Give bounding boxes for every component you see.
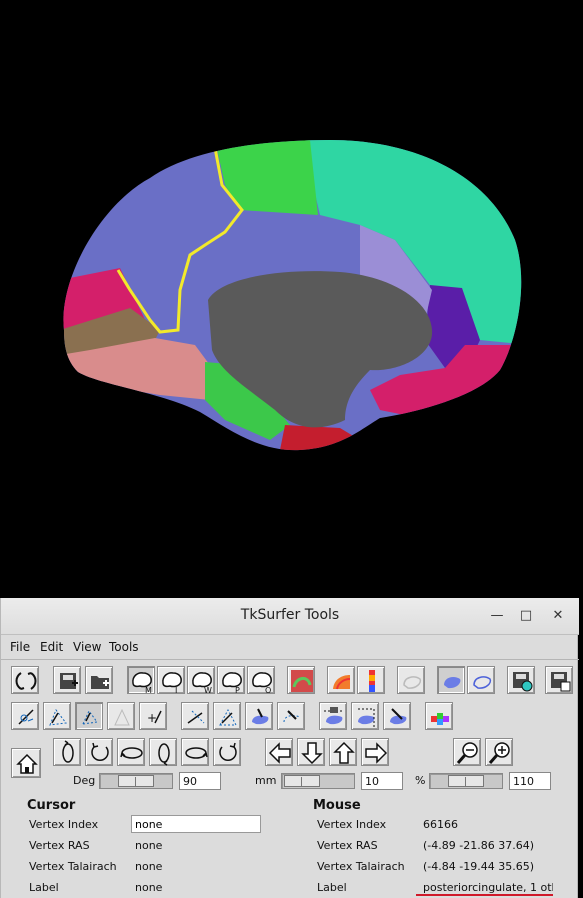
navigate-tool-icon[interactable] [11, 702, 39, 730]
rotate-x-ccw-icon[interactable] [53, 738, 81, 766]
goto-point-icon[interactable] [85, 666, 113, 694]
arrow-right-icon[interactable] [361, 738, 389, 766]
deg-slider[interactable] [99, 773, 173, 789]
rotate-x-cw-icon[interactable] [149, 738, 177, 766]
svg-text:O: O [265, 686, 271, 695]
mm-slider[interactable] [281, 773, 355, 789]
rotate-z-ccw-icon[interactable] [85, 738, 113, 766]
curvature-overlay-icon[interactable] [287, 666, 315, 694]
tksurfer-tools-window: TkSurfer Tools — □ ✕ File Edit View Tool… [0, 598, 579, 898]
cut-line-icon[interactable] [319, 702, 347, 730]
cursor-vertex-index-field[interactable]: none [131, 815, 261, 833]
menu-bar: File Edit View Tools [1, 636, 579, 660]
make-path-icon[interactable] [181, 702, 209, 730]
cursor-vertex-ras-value: none [135, 839, 163, 852]
mouse-label-value: posteriorcingulate, 1 oth [423, 881, 553, 894]
overlay-map-icon[interactable] [327, 666, 355, 694]
save-image-icon[interactable] [507, 666, 535, 694]
zoom-input[interactable]: 110 [509, 772, 551, 790]
fill-label-icon[interactable] [245, 702, 273, 730]
rotate-y-cw-icon[interactable] [181, 738, 209, 766]
mouse-vertex-ras-value: (-4.89 -21.86 37.64) [423, 839, 534, 852]
rotate-y-ccw-icon[interactable] [117, 738, 145, 766]
mouse-vertex-talairach-value: (-4.84 -19.44 35.65) [423, 860, 534, 873]
cut-closed-line-icon[interactable] [351, 702, 379, 730]
mouse-vertex-talairach-label: Vertex Talairach [317, 860, 405, 873]
pct-label: % [415, 774, 426, 787]
cursor-vertex-talairach-label: Vertex Talairach [29, 860, 117, 873]
label-outline-off-icon[interactable] [397, 666, 425, 694]
mm-slider-thumb[interactable] [284, 775, 320, 787]
vertex-marker-icon[interactable]: + [139, 702, 167, 730]
colorbar-icon[interactable] [357, 666, 385, 694]
menu-view[interactable]: View [73, 640, 101, 654]
svg-text:P: P [235, 686, 240, 695]
select-vertex-icon[interactable] [75, 702, 103, 730]
home-icon[interactable] [11, 748, 41, 778]
cursor-vertex-ras-label: Vertex RAS [29, 839, 90, 852]
info-panel: Cursor Mouse Vertex Index none Vertex RA… [1, 798, 579, 898]
svg-text:W: W [204, 686, 212, 695]
surface-viewport[interactable] [0, 0, 583, 598]
white-surface-icon[interactable]: W [187, 666, 215, 695]
deg-input[interactable]: 90 [179, 772, 221, 790]
main-surface-icon[interactable]: M [127, 666, 155, 695]
rotate-z-cw-icon[interactable] [213, 738, 241, 766]
cursor-section-title: Cursor [27, 798, 76, 813]
zoom-slider-thumb[interactable] [448, 775, 484, 787]
mm-input[interactable]: 10 [361, 772, 403, 790]
label-highlight-underline [416, 894, 553, 896]
cursor-vertex-index-label: Vertex Index [29, 818, 99, 831]
cursor-label-label: Label [29, 881, 59, 894]
arrow-left-icon[interactable] [265, 738, 293, 766]
mouse-vertex-ras-label: Vertex RAS [317, 839, 378, 852]
cluster-icon[interactable] [425, 702, 453, 730]
mouse-vertex-index-label: Vertex Index [317, 818, 387, 831]
deg-slider-thumb[interactable] [118, 775, 154, 787]
menu-edit[interactable]: Edit [40, 640, 63, 654]
cursor-vertex-talairach-value: none [135, 860, 163, 873]
zoom-out-icon[interactable] [453, 738, 481, 766]
zoom-slider[interactable] [429, 773, 503, 789]
closed-path-icon[interactable] [213, 702, 241, 730]
svg-text:I: I [175, 686, 177, 695]
pial-surface-icon[interactable]: P [217, 666, 245, 695]
arrow-up-icon[interactable] [329, 738, 357, 766]
mouse-vertex-index-value: 66166 [423, 818, 458, 831]
custom-fill-icon[interactable] [277, 702, 305, 730]
title-bar[interactable]: TkSurfer Tools — □ ✕ [1, 598, 579, 635]
triangle-path-icon[interactable] [107, 702, 135, 730]
label-outline-icon[interactable] [467, 666, 495, 694]
save-point-icon[interactable] [53, 666, 81, 694]
original-surface-icon[interactable]: O [247, 666, 275, 695]
mouse-section-title: Mouse [313, 798, 361, 813]
close-icon[interactable]: ✕ [550, 608, 566, 624]
zoom-in-icon[interactable] [485, 738, 513, 766]
minimize-icon[interactable]: — [489, 608, 505, 624]
mouse-label-label: Label [317, 881, 347, 894]
cursor-label-value: none [135, 881, 163, 894]
save-movie-icon[interactable] [545, 666, 573, 694]
cut-plane-icon[interactable] [383, 702, 411, 730]
brain-surface [63, 140, 522, 451]
path-tool-icon[interactable] [43, 702, 71, 730]
mm-label: mm [255, 774, 277, 787]
label-filled-icon[interactable] [437, 666, 465, 694]
deg-label: Deg [73, 774, 96, 787]
menu-file[interactable]: File [10, 640, 30, 654]
menu-tools[interactable]: Tools [109, 640, 139, 654]
svg-text:M: M [145, 686, 152, 695]
inflated-surface-icon[interactable]: I [157, 666, 185, 695]
arrow-down-icon[interactable] [297, 738, 325, 766]
redraw-icon[interactable] [11, 666, 39, 694]
maximize-icon[interactable]: □ [518, 608, 534, 624]
